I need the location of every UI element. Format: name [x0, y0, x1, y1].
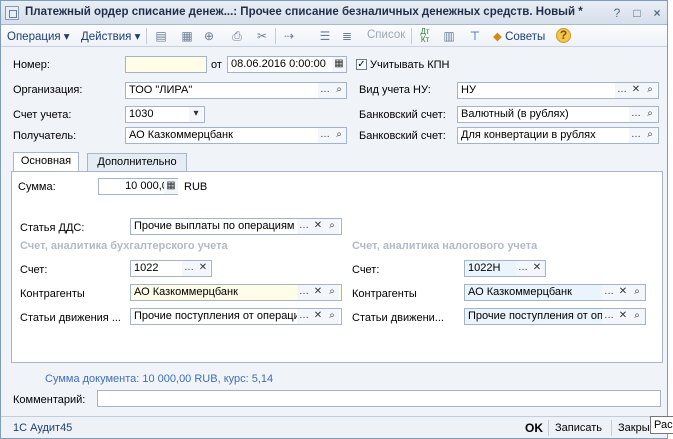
toolbar-separator	[275, 28, 276, 44]
tab-additional[interactable]: Дополнительно	[87, 153, 187, 172]
calendar-icon[interactable]: ▦	[332, 57, 346, 72]
select-dots-icon[interactable]: …	[516, 261, 530, 276]
document-sum-text: Сумма документа: 10 000,00 RUB, курс: 5,…	[45, 373, 274, 385]
clear-icon[interactable]: ✕	[311, 309, 325, 324]
clear-icon[interactable]: ✕	[311, 285, 325, 300]
toolbar: Операция ▾ Действия ▾ ▤ ▦ ⊕ ⎙ ✂ ⇢ ☰ ≣ Сп…	[1, 25, 667, 47]
status-bar: 1С Аудит45 OK Записать Закры	[1, 416, 667, 438]
journal-icon[interactable]: ▥	[441, 28, 457, 44]
number-input[interactable]	[125, 56, 207, 73]
operation-menu[interactable]: Операция ▾	[7, 29, 70, 43]
unpost-icon[interactable]: ▦	[179, 28, 195, 44]
close-button[interactable]: Закры	[618, 422, 650, 434]
date-from-label: от	[211, 59, 222, 71]
select-dots-icon[interactable]: …	[297, 285, 311, 300]
title-bar: Платежный ордер списание денеж...: Проче…	[1, 1, 667, 25]
clear-icon[interactable]: ✕	[196, 261, 210, 276]
select-dots-icon[interactable]: …	[182, 261, 196, 276]
date-input[interactable]: 08.06.2016 0:00:00	[227, 56, 347, 73]
status-left-text: 1С Аудит45	[13, 422, 73, 434]
open-search-icon[interactable]: ⌕	[325, 309, 339, 324]
select-dots-icon[interactable]: …	[602, 285, 616, 300]
dds-label: Статья ДДС:	[20, 222, 85, 234]
kpn-checkbox[interactable]: ✓	[356, 59, 367, 70]
open-search-icon[interactable]: ⌕	[630, 309, 644, 324]
movement-label: Статьи движения ...	[20, 312, 121, 324]
comment-input[interactable]	[97, 390, 661, 407]
open-search-icon[interactable]: ⌕	[325, 219, 339, 234]
clear-icon[interactable]: ✕	[629, 83, 643, 98]
toolbar-separator	[146, 28, 147, 44]
account-label: Счет учета:	[13, 109, 72, 121]
document-window: Платежный ордер списание денеж...: Проче…	[0, 0, 668, 439]
ok-button[interactable]: OK	[525, 421, 543, 435]
select-dots-icon[interactable]: …	[629, 107, 643, 122]
select-dots-icon[interactable]: …	[629, 128, 643, 143]
recipient-input[interactable]: АО Казкоммерцбанк	[125, 127, 347, 144]
open-search-icon[interactable]: ⌕	[643, 83, 657, 98]
clear-icon[interactable]: ✕	[616, 309, 630, 324]
select-dots-icon[interactable]: …	[602, 309, 616, 324]
organization-input[interactable]: ТОО "ЛИРА"	[125, 82, 347, 99]
tab-panel-main: Сумма: 10 000,00 ▦ RUB Статья ДДС: Прочи…	[11, 171, 663, 363]
select-dots-icon[interactable]: …	[615, 83, 629, 98]
open-search-icon[interactable]: ⌕	[643, 107, 657, 122]
open-search-icon[interactable]: ⌕	[332, 83, 346, 98]
acc-account-label: Счет:	[20, 264, 48, 276]
structure-icon[interactable]: ☰	[317, 28, 333, 44]
advice-button[interactable]: ◆ Советы	[493, 29, 545, 43]
counterparty-label: Контрагенты	[20, 288, 85, 300]
settings-icon[interactable]: ≣	[339, 28, 355, 44]
actions-menu[interactable]: Действия ▾	[81, 29, 140, 43]
filter-icon[interactable]: ⊤	[467, 28, 483, 44]
delete-icon[interactable]: ✂	[254, 28, 270, 44]
goto-icon[interactable]: ⇢	[281, 28, 297, 44]
post-icon[interactable]: ▤	[153, 28, 169, 44]
organization-label: Организация:	[13, 84, 83, 96]
select-dots-icon[interactable]: …	[297, 309, 311, 324]
open-search-icon[interactable]: ⌕	[325, 285, 339, 300]
print-icon[interactable]: ⎙	[229, 28, 245, 44]
tooltip-popup: Рас	[650, 416, 673, 434]
clear-icon[interactable]: ✕	[311, 219, 325, 234]
bank-account-label: Банковский счет:	[359, 109, 446, 121]
bank-account2-label: Банковский счет:	[359, 130, 446, 142]
help-icon[interactable]: ?	[609, 5, 625, 21]
number-label: Номер:	[13, 59, 50, 71]
currency-label: RUB	[184, 181, 208, 193]
tax-account-label: Счет:	[352, 264, 380, 276]
kpn-label: Учитывать КПН	[370, 59, 450, 71]
clear-icon[interactable]: ✕	[530, 261, 544, 276]
dt-kt-icon[interactable]: Дт Кт	[417, 28, 433, 44]
sum-label: Сумма:	[18, 181, 56, 193]
toolbar-separator	[411, 28, 412, 44]
select-dots-icon[interactable]: …	[318, 128, 332, 143]
save-button[interactable]: Записать	[555, 422, 602, 434]
list-button[interactable]: Список	[367, 29, 405, 41]
help-button-icon[interactable]: ?	[556, 28, 571, 43]
tax-movement-label: Статьи движени...	[352, 312, 444, 324]
accounting-section-title: Счет, аналитика бухгалтерского учета	[20, 240, 228, 252]
tax-type-label: Вид учета НУ:	[359, 84, 431, 96]
tab-main[interactable]: Основная	[13, 152, 79, 172]
status-separator	[611, 420, 612, 436]
open-search-icon[interactable]: ⌕	[332, 128, 346, 143]
close-icon[interactable]: ×	[649, 5, 665, 21]
maximize-icon[interactable]: □	[629, 5, 645, 21]
open-search-icon[interactable]: ⌕	[643, 128, 657, 143]
comment-label: Комментарий:	[13, 394, 86, 406]
dropdown-arrow-icon[interactable]: ▾	[189, 107, 203, 122]
recipient-label: Получатель:	[13, 130, 77, 142]
clear-icon[interactable]: ✕	[616, 285, 630, 300]
open-search-icon[interactable]: ⌕	[630, 285, 644, 300]
copy-icon[interactable]: ⊕	[201, 28, 217, 44]
window-icon	[5, 6, 19, 20]
select-dots-icon[interactable]: …	[318, 83, 332, 98]
tax-section-title: Счет, аналитика налогового учета	[352, 240, 538, 252]
calculator-icon[interactable]: ▦	[164, 179, 178, 194]
select-dots-icon[interactable]: …	[297, 219, 311, 234]
tax-counterparty-label: Контрагенты	[352, 288, 417, 300]
window-title: Платежный ордер списание денеж...: Проче…	[25, 6, 583, 18]
status-separator	[548, 420, 549, 436]
